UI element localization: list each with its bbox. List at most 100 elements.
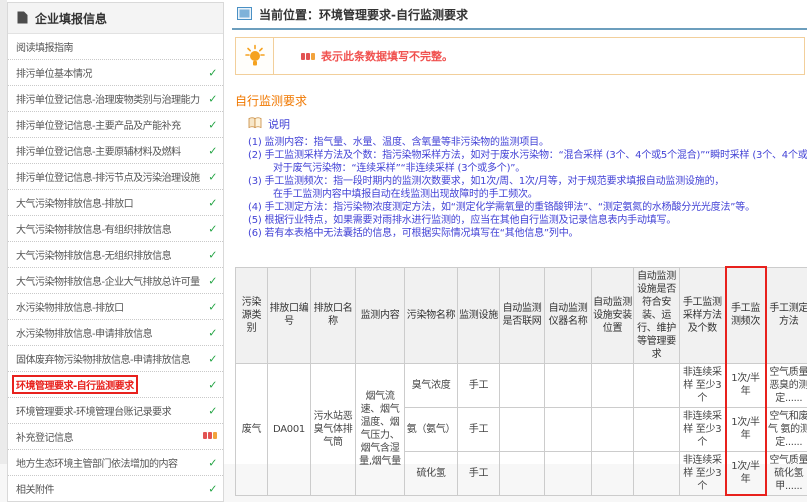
sidebar-item-label: 大气污染物排放信息-排放口 xyxy=(16,199,133,210)
incomplete-icon xyxy=(300,50,315,63)
sidebar-item[interactable]: 阅读填报指南 xyxy=(8,34,223,60)
table-cell: 1次/半年 xyxy=(726,451,766,495)
sidebar-header: 企业填报信息 xyxy=(8,3,223,34)
sidebar-item-label: 阅读填报指南 xyxy=(16,43,73,54)
incomplete-icon xyxy=(202,432,217,442)
note-text: (5) 根据行业特点，如果需要对雨排水进行监测的，应当在其他自行监测及记录信息表… xyxy=(248,214,807,227)
sidebar-item-label: 环境管理要求-自行监测要求 xyxy=(12,375,138,394)
column-header: 自动监测设施安装位置 xyxy=(592,267,634,363)
sidebar-item[interactable]: 环境管理要求-自行监测要求 ✓ xyxy=(8,372,223,398)
sidebar-item-label: 排污单位登记信息-治理废物类别与治理能力 xyxy=(16,95,200,106)
column-header: 排放口编号 xyxy=(268,267,311,363)
sidebar-item[interactable]: 地方生态环境主管部门依法增加的内容✓ xyxy=(8,450,223,476)
legend-row: 说明 xyxy=(248,116,807,132)
table-cell xyxy=(500,451,545,495)
sidebar-item[interactable]: 大气污染物排放信息-排放口 ✓ xyxy=(8,190,223,216)
table-cell xyxy=(634,451,680,495)
check-icon: ✓ xyxy=(208,457,217,468)
sidebar-item[interactable]: 水污染物排放信息-排放口✓ xyxy=(8,294,223,320)
notes-list: (1) 监测内容：指气量、水量、温度、含氧量等非污染物的监测项目。(2) 手工监… xyxy=(248,136,807,240)
legend-label: 说明 xyxy=(268,116,290,132)
note-text: (1) 监测内容：指气量、水量、温度、含氧量等非污染物的监测项目。 xyxy=(248,136,807,149)
note-text: (2) 手工监测采样方法及个数：指污染物采样方法，如对于废水污染物：“混合采样 … xyxy=(248,149,807,162)
column-header: 监测设施 xyxy=(458,267,500,363)
section-title: 自行监测要求 xyxy=(235,92,807,109)
column-header: 排放口名称 xyxy=(311,267,356,363)
table-cell: 1次/半年 xyxy=(726,363,766,407)
column-header: 自动监测是否联网 xyxy=(500,267,545,363)
table-cell xyxy=(545,363,592,407)
sidebar-item[interactable]: 补充登记信息 xyxy=(8,424,223,450)
table-cell: DA001 xyxy=(268,363,311,495)
document-icon xyxy=(17,11,28,27)
table-cell: 手工 xyxy=(458,363,500,407)
check-icon: ✓ xyxy=(208,119,217,130)
check-icon: ✓ xyxy=(208,405,217,416)
sidebar-item[interactable]: 固体废弃物污染物排放信息-申请排放信息✓ xyxy=(8,346,223,372)
sidebar-item[interactable]: 大气污染物排放信息-企业大气排放总许可量✓ xyxy=(8,268,223,294)
sidebar-item-label: 环境管理要求-环境管理台账记录要求 xyxy=(16,407,171,418)
sidebar-item-label: 排污单位登记信息-排污节点及污染治理设施 xyxy=(16,173,200,184)
check-icon: ✓ xyxy=(208,223,217,234)
sidebar-item[interactable]: 水污染物排放信息-申请排放信息 ✓ xyxy=(8,320,223,346)
table-cell xyxy=(592,363,634,407)
main-content: 当前位置：环境管理要求-自行监测要求 表示此条数据填写不完整。 自行监测要求 xyxy=(232,0,807,464)
sidebar-item-label: 大气污染物排放信息-有组织排放信息 xyxy=(16,225,171,236)
sidebar-item-label: 排污单位登记信息-主要原辅材料及燃料 xyxy=(16,147,181,158)
breadcrumb-label: 当前位置：环境管理要求-自行监测要求 xyxy=(259,6,468,23)
table-cell xyxy=(592,451,634,495)
left-gutter xyxy=(0,0,7,464)
note-text: (6) 若有本表格中无法囊括的信息，可根据实际情况填写在“其他信息”列中。 xyxy=(248,227,807,240)
note-text: (3) 手工监测频次：指一段时期内的监测次数要求，如1次/周、1次/月等，对于规… xyxy=(248,175,807,188)
note-text: (4) 手工测定方法：指污染物浓度测定方法，如“测定化学需氧量的重铬酸钾法”、“… xyxy=(248,201,807,214)
table-row: 废气DA001污水站恶臭气体排气筒烟气流速、烟气温度、烟气压力、烟气含湿量,烟气… xyxy=(236,363,807,407)
check-icon: ✓ xyxy=(208,379,217,390)
notice-text: 表示此条数据填写不完整。 xyxy=(321,48,453,64)
table-cell xyxy=(545,451,592,495)
notice-body: 表示此条数据填写不完整。 xyxy=(274,38,453,74)
table-cell xyxy=(500,363,545,407)
notice-banner: 表示此条数据填写不完整。 xyxy=(235,37,805,75)
note-text: 对于废气污染物：“连续采样”“非连续采样 (3个或多个)”。 xyxy=(248,162,807,175)
column-header: 监测内容 xyxy=(356,267,405,363)
sidebar-list: 阅读填报指南排污单位基本情况✓排污单位登记信息-治理废物类别与治理能力✓排污单位… xyxy=(8,34,223,501)
sidebar-title: 企业填报信息 xyxy=(35,10,107,27)
check-icon: ✓ xyxy=(208,67,217,78)
sidebar-item[interactable]: 排污单位登记信息-主要产品及产能补充✓ xyxy=(8,112,223,138)
check-icon: ✓ xyxy=(208,145,217,156)
table-cell: 1次/半年 xyxy=(726,407,766,451)
table-cell: 氨（氨气） xyxy=(405,407,458,451)
table-cell: 非连续采样 至少3个 xyxy=(680,363,726,407)
sidebar-item[interactable]: 相关附件 ✓ xyxy=(8,476,223,501)
sidebar-item[interactable]: 排污单位基本情况✓ xyxy=(8,60,223,86)
sidebar-item[interactable]: 排污单位登记信息-排污节点及污染治理设施 ✓ xyxy=(8,164,223,190)
table-cell: 非连续采样 至少3个 xyxy=(680,451,726,495)
table-cell: 空气质量 恶臭的测定...... xyxy=(766,363,807,407)
sidebar-item-label: 相关附件 xyxy=(16,485,54,496)
sidebar: 企业填报信息 阅读填报指南排污单位基本情况✓排污单位登记信息-治理废物类别与治理… xyxy=(7,2,224,502)
column-header: 手工监测采样方法及个数 xyxy=(680,267,726,363)
book-icon xyxy=(248,117,262,132)
sidebar-item[interactable]: 排污单位登记信息-主要原辅材料及燃料 ✓ xyxy=(8,138,223,164)
column-header: 手工测定方法 xyxy=(766,267,807,363)
table-cell: 废气 xyxy=(236,363,268,495)
table-cell xyxy=(634,363,680,407)
table-cell: 手工 xyxy=(458,407,500,451)
sidebar-item-label: 水污染物排放信息-申请排放信息 xyxy=(16,329,152,340)
check-icon: ✓ xyxy=(208,483,217,494)
sidebar-item[interactable]: 大气污染物排放信息-有组织排放信息 ✓ xyxy=(8,216,223,242)
check-icon: ✓ xyxy=(208,197,217,208)
table-cell: 空气和废气 氨的测定...... xyxy=(766,407,807,451)
sidebar-item-label: 大气污染物排放信息-企业大气排放总许可量 xyxy=(16,277,200,288)
table-cell xyxy=(500,407,545,451)
sidebar-item[interactable]: 环境管理要求-环境管理台账记录要求 ✓ xyxy=(8,398,223,424)
table-cell: 污水站恶臭气体排气筒 xyxy=(311,363,356,495)
check-icon: ✓ xyxy=(208,327,217,338)
check-icon: ✓ xyxy=(208,171,217,182)
sidebar-item[interactable]: 排污单位登记信息-治理废物类别与治理能力✓ xyxy=(8,86,223,112)
sidebar-item[interactable]: 大气污染物排放信息-无组织排放信息✓ xyxy=(8,242,223,268)
table-cell: 空气质量 硫化氢 甲...... xyxy=(766,451,807,495)
breadcrumb: 当前位置：环境管理要求-自行监测要求 xyxy=(232,0,807,30)
sidebar-item-label: 水污染物排放信息-排放口 xyxy=(16,303,124,314)
table-cell: 手工 xyxy=(458,451,500,495)
